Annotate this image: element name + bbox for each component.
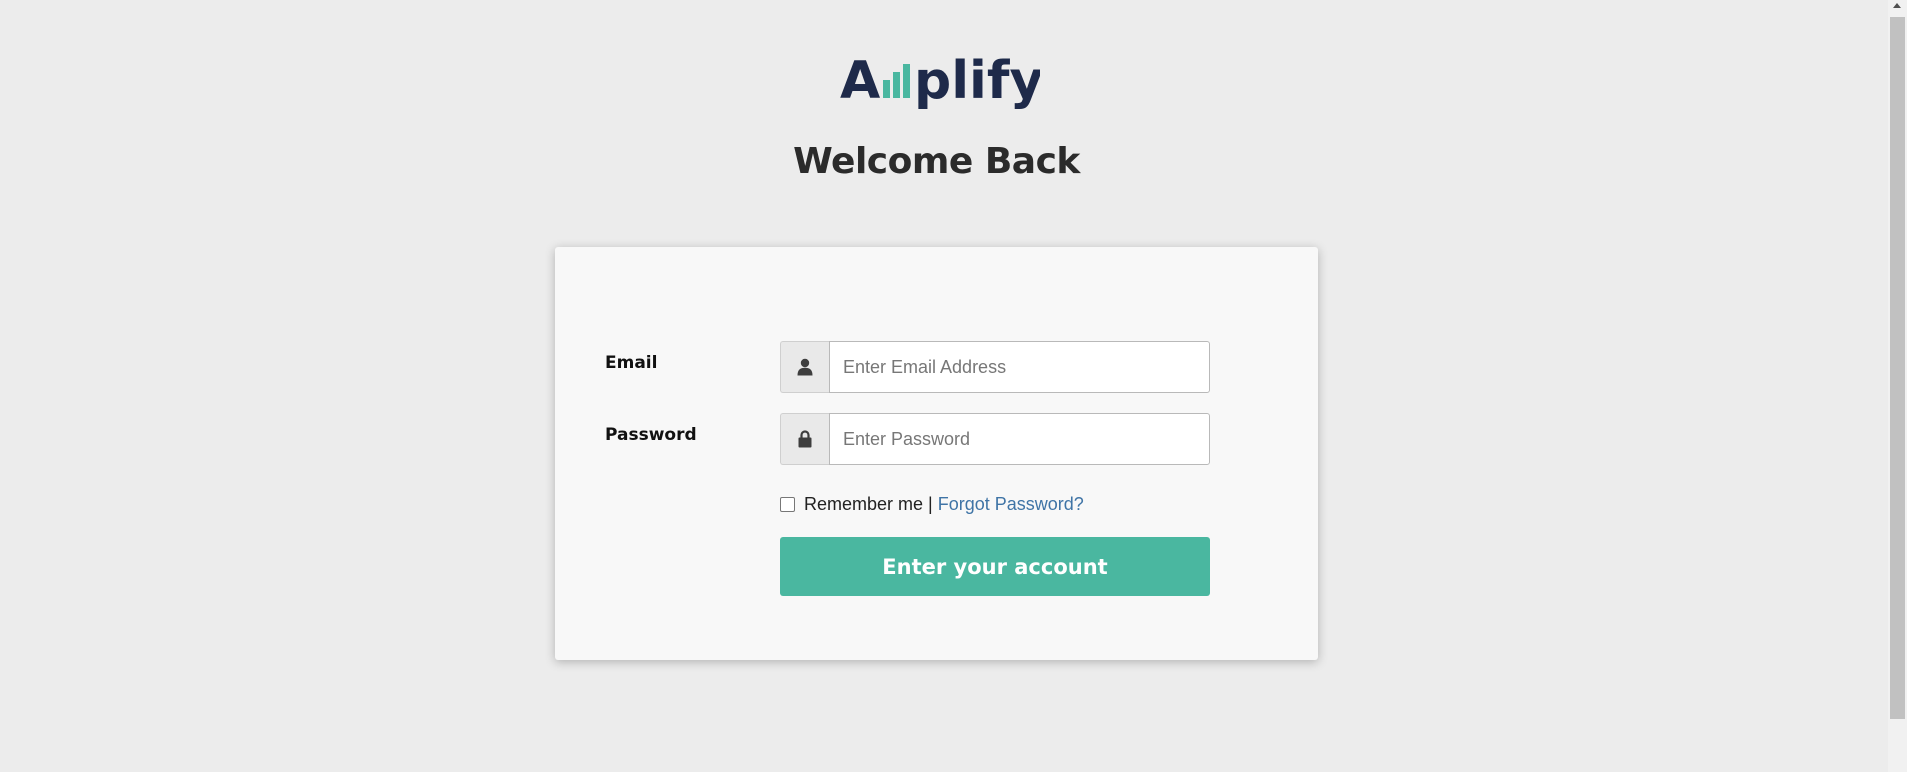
login-card: Email Password Remember me | [555, 247, 1318, 660]
forgot-password-link[interactable]: Forgot Password? [938, 494, 1084, 515]
brand-logo: A plify [840, 50, 1040, 114]
separator: | [928, 494, 933, 514]
login-page: A plify Welcome Back Email Password [0, 0, 1907, 772]
remember-checkbox[interactable] [780, 497, 795, 512]
password-input-group [780, 413, 1210, 465]
remember-row: Remember me | Forgot Password? [780, 494, 1084, 515]
user-icon [780, 341, 829, 393]
remember-label[interactable]: Remember me [804, 494, 923, 515]
password-label: Password [605, 425, 697, 445]
submit-button[interactable]: Enter your account [780, 537, 1210, 596]
svg-text:A: A [840, 51, 880, 111]
vertical-scrollbar[interactable] [1888, 0, 1907, 772]
email-input[interactable] [829, 341, 1210, 393]
password-input[interactable] [829, 413, 1210, 465]
scroll-up-arrow-icon[interactable] [1893, 3, 1901, 8]
lock-icon [780, 413, 829, 465]
page-title: Welcome Back [793, 141, 1080, 182]
email-input-group [780, 341, 1210, 393]
scrollbar-thumb[interactable] [1890, 17, 1905, 719]
email-label: Email [605, 353, 658, 373]
svg-text:plify: plify [914, 51, 1040, 111]
